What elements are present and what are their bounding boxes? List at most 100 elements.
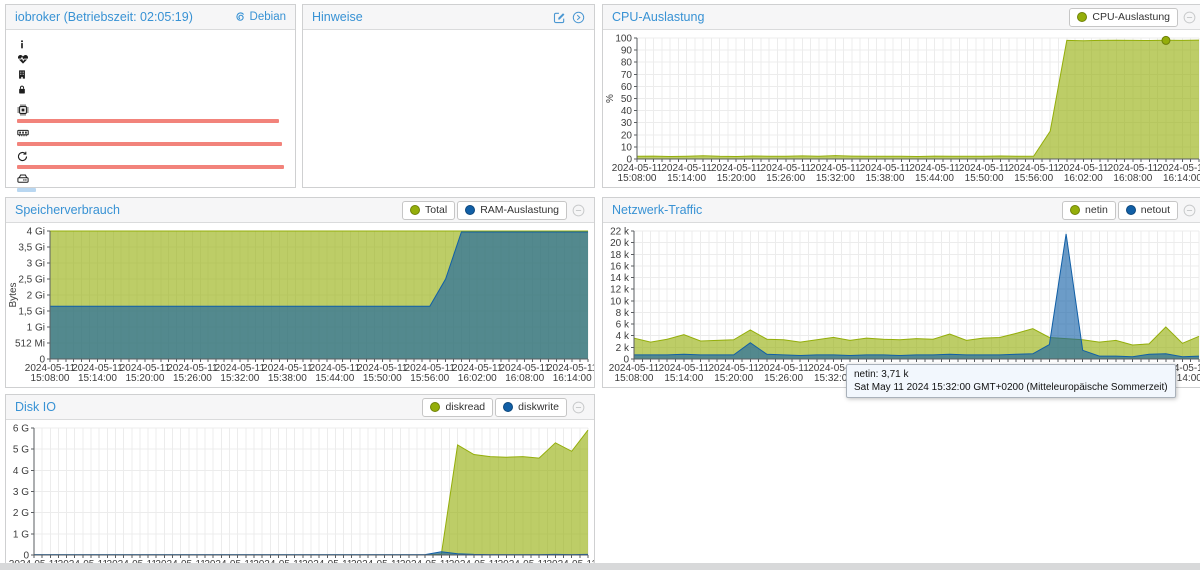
status-row-knoten [17,67,284,81]
series-color-dot [503,402,514,412]
legend-item-diskwrite[interactable]: diskwrite [495,397,567,417]
usage-bar [17,165,284,169]
cpu-chart-title: CPU-Auslastung [612,10,705,24]
svg-text:15:20:00: 15:20:00 [714,373,753,384]
gauge-row [17,103,284,123]
memory-chart-panel: Speicherverbrauch Total RAM-Auslastung 0… [5,197,595,388]
svg-text:3,5 Gi: 3,5 Gi [18,243,45,254]
usage-bar-track [17,142,284,146]
svg-text:6 G: 6 G [13,424,29,435]
svg-text:18 k: 18 k [610,250,630,261]
svg-text:15:50:00: 15:50:00 [965,173,1004,184]
svg-text:15:26:00: 15:26:00 [173,373,212,384]
guest-title: iobroker (Betriebszeit: 02:05:19) [15,10,193,24]
edit-notes-icon[interactable] [553,11,566,24]
hdd-icon [17,173,35,185]
svg-text:15:38:00: 15:38:00 [865,173,904,184]
gauge-row [17,149,284,169]
notes-body[interactable] [303,30,594,188]
legend-item-ram-auslastung[interactable]: RAM-Auslastung [457,200,567,220]
swap-icon [17,151,35,162]
gauge-row [17,172,284,192]
collapse-icon[interactable] [1183,204,1196,217]
memory-chart-title: Speicherverbrauch [15,203,120,217]
series-color-dot [430,402,441,412]
svg-text:90: 90 [621,46,633,57]
svg-text:15:44:00: 15:44:00 [315,373,354,384]
collapse-icon[interactable] [572,204,585,217]
os-badge: Debian [234,11,286,23]
notes-panel: Hinweise [302,4,595,188]
svg-text:20 k: 20 k [610,238,630,249]
notes-header: Hinweise [303,5,594,30]
status-row-status [17,37,284,51]
svg-text:10: 10 [621,142,633,153]
svg-text:15:14:00: 15:14:00 [667,173,706,184]
legend-item-netin[interactable]: netin [1062,200,1116,220]
cpu-usage-chart[interactable]: 01020304050607080901002024-05-1115:08:00… [603,30,1200,188]
svg-text:15:32:00: 15:32:00 [220,373,259,384]
heartbeat-icon [17,53,35,65]
usage-bar-track [17,188,284,192]
svg-text:4 G: 4 G [13,466,29,477]
svg-text:15:14:00: 15:14:00 [664,373,703,384]
cpu-chart-panel: CPU-Auslastung CPU-Auslastung 0 10 20 30 40 5… [602,4,1200,188]
horizontal-scrollbar[interactable] [0,563,1200,570]
svg-text:5 G: 5 G [13,445,29,456]
network-chart-title: Netzwerk-Traffic [612,203,703,217]
guest-status-header: iobroker (Betriebszeit: 02:05:19) Debian [6,5,295,30]
svg-text:16:08:00: 16:08:00 [1113,173,1152,184]
svg-text:40: 40 [621,106,633,117]
svg-text:15:56:00: 15:56:00 [410,373,449,384]
memory-usage-chart[interactable]: 0512 Mi1 Gi1,5 Gi2 Gi2,5 Gi3 Gi3,5 Gi4 G… [6,223,594,388]
proxmox-lxc-summary-page: iobroker (Betriebszeit: 02:05:19) Debian [0,0,1200,570]
svg-text:2,5 Gi: 2,5 Gi [18,275,45,286]
legend-item-total[interactable]: Total [402,200,456,220]
svg-text:8 k: 8 k [616,308,630,319]
collapse-icon[interactable] [1183,11,1196,24]
svg-text:15:38:00: 15:38:00 [268,373,307,384]
usage-bar-track [17,119,284,123]
building-icon [17,69,35,80]
network-chart-legend: netin netout [1062,200,1178,220]
svg-text:%: % [605,94,616,103]
legend-item-cpu-auslastung[interactable]: CPU-Auslastung [1069,7,1178,27]
disk-io-chart[interactable]: 01 G2 G3 G4 G5 G6 G2024-05-1115:08:00202… [6,420,594,570]
cpu-chart-legend: CPU-Auslastung [1069,7,1178,27]
diskio-chart-legend: diskread diskwrite [422,397,567,417]
usage-bar [17,188,36,192]
legend-item-netout[interactable]: netout [1117,200,1178,220]
series-color-dot [410,205,421,215]
tooltip-timestamp: Sat May 11 2024 15:32:00 GMT+0200 (Mitte… [854,382,1168,393]
svg-text:15:26:00: 15:26:00 [766,173,805,184]
svg-text:4 k: 4 k [616,331,630,342]
os-label: Debian [249,11,286,23]
legend-item-diskread[interactable]: diskread [422,397,494,417]
svg-text:10 k: 10 k [610,296,630,307]
svg-text:22 k: 22 k [610,227,630,238]
svg-text:50: 50 [621,94,633,105]
svg-text:2 G: 2 G [13,508,29,519]
svg-text:60: 60 [621,82,633,93]
network-chart-panel: Netzwerk-Traffic netin netout 02 k4 k6 k… [602,197,1200,398]
svg-text:30: 30 [621,118,633,129]
series-color-dot [1070,205,1081,215]
svg-text:512 Mi: 512 Mi [15,339,45,350]
svg-text:15:08:00: 15:08:00 [618,173,657,184]
svg-text:80: 80 [621,58,633,69]
svg-text:2 k: 2 k [616,343,630,354]
svg-text:15:08:00: 15:08:00 [615,373,654,384]
svg-text:15:56:00: 15:56:00 [1014,173,1053,184]
maximize-notes-icon[interactable] [572,11,585,24]
svg-text:20: 20 [621,130,633,141]
debian-icon [234,11,246,23]
collapse-icon[interactable] [572,401,585,414]
svg-text:15:50:00: 15:50:00 [363,373,402,384]
tooltip-value: netin: 3,71 k [854,369,909,380]
svg-text:15:14:00: 15:14:00 [78,373,117,384]
status-row-unprivilegiert [17,82,284,96]
gauge-row [17,126,284,146]
svg-text:15:20:00: 15:20:00 [125,373,164,384]
svg-text:15:44:00: 15:44:00 [915,173,954,184]
svg-text:1 G: 1 G [13,529,29,540]
